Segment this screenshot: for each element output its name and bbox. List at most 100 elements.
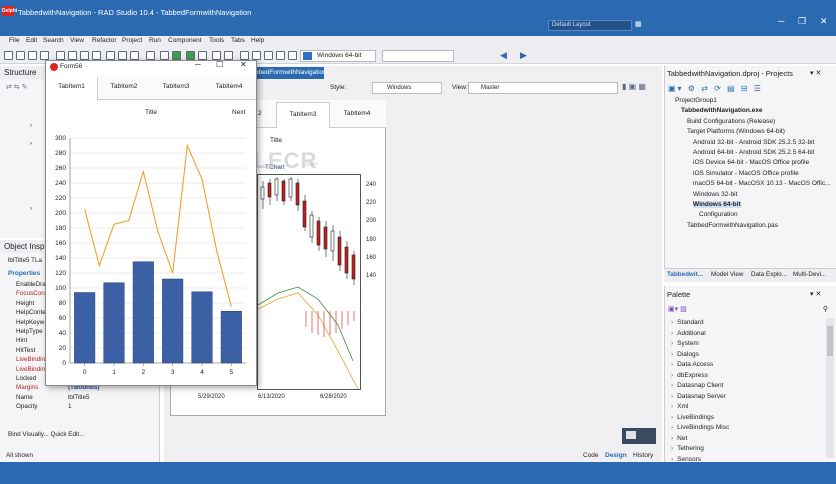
toolbar-icon[interactable] (80, 51, 89, 60)
property-name[interactable]: HitTest (16, 347, 35, 354)
project-tree-item[interactable]: iOS Simulator - MacOS Office profile (693, 170, 799, 177)
palette-category[interactable]: › dbExpress (671, 372, 708, 379)
design-tab[interactable]: Design (605, 452, 627, 459)
palette-category[interactable]: › Data Access (671, 361, 713, 368)
next-button[interactable]: Next (232, 109, 245, 116)
structure-toolbar-icons[interactable]: ⇄ ⇆ ✎ (6, 83, 28, 91)
designer-tab[interactable]: TabItem3 (276, 102, 330, 128)
toolbar-icon[interactable] (212, 51, 221, 60)
property-name[interactable]: EnableDra (16, 281, 46, 288)
form-tab-2[interactable]: TabItem2 (98, 77, 150, 97)
menu-item-edit[interactable]: Edit (26, 37, 37, 44)
project-tree-item[interactable]: TabbedFormwithNavigation.pas (687, 222, 778, 229)
palette-scroll-thumb[interactable] (827, 326, 833, 356)
stock-chart[interactable] (257, 174, 361, 390)
projects-pin-close-icon[interactable]: ▾ ✕ (810, 69, 821, 77)
oi-footer-links[interactable]: Bind Visually... Quick Edit... (8, 431, 84, 438)
form-tab-1[interactable]: TabItem1 (46, 77, 98, 101)
platform-dropdown[interactable]: Windows 64-bit (300, 50, 376, 62)
palette-pin-close-icon[interactable]: ▾ ✕ (810, 290, 821, 298)
properties-tab[interactable]: Properties (8, 270, 40, 277)
toolbar-icon[interactable] (224, 51, 233, 60)
layout-dropdown[interactable]: Default Layout (548, 20, 632, 31)
property-name[interactable]: HelpType (16, 328, 43, 335)
toolbar-icon[interactable] (146, 51, 155, 60)
property-name[interactable]: Height (16, 300, 34, 307)
project-bottom-tab[interactable]: Model View (711, 271, 743, 278)
toolbar-icon[interactable] (264, 51, 273, 60)
toolbar-icon[interactable] (276, 51, 285, 60)
toolbar-icon[interactable] (28, 51, 37, 60)
menu-item-run[interactable]: Run (149, 37, 161, 44)
config-dropdown[interactable] (382, 50, 454, 62)
project-tree-item[interactable]: iOS Device 64-bit - MacOS Office profile (693, 159, 809, 166)
menu-item-refactor[interactable]: Refactor (92, 37, 117, 44)
project-tree-item[interactable]: Android 32-bit - Android SDK 25.2.5 32-b… (693, 139, 814, 146)
form-maximize-button[interactable]: ☐ (216, 60, 223, 69)
code-tab[interactable]: Code (583, 452, 599, 459)
property-name[interactable]: Opacity (16, 403, 37, 410)
toolbar-icon[interactable] (56, 51, 65, 60)
property-name[interactable]: HelpKeyw (16, 319, 44, 326)
project-tree-item[interactable]: Target Platforms (Windows 64-bit) (687, 128, 785, 135)
minimize-button[interactable]: ─ (778, 16, 784, 26)
toolbar-icon[interactable] (186, 51, 195, 60)
component-selector[interactable]: lblTitle5 TLa (8, 257, 42, 264)
toolbar-icon[interactable] (68, 51, 77, 60)
style-dropdown[interactable]: Windows (372, 82, 442, 94)
bar-chart[interactable]: 0 20 40 60 80 100 120 140 160 180 200 220 240 260 280 3… (46, 130, 256, 380)
structure-node[interactable]: › (30, 123, 32, 129)
palette-category[interactable]: › Datasnap Server (671, 393, 726, 400)
project-tree-item[interactable]: Windows 64-bit (693, 201, 741, 208)
form-tab-3[interactable]: TabItem3 (150, 77, 202, 97)
property-name[interactable]: Locked (16, 375, 36, 382)
toolbar-icon[interactable] (4, 51, 13, 60)
toolbar-icon[interactable] (106, 51, 115, 60)
toolbar-icon[interactable] (172, 51, 181, 60)
projects-toolbar-icons[interactable]: ▣▾ ⚙ ⇄ ⟳ ▤ ⊟ ☰ (668, 84, 763, 93)
project-tree-item[interactable]: macOS 64-bit - MacOSX 10.13 - MacOS Offi… (693, 180, 831, 187)
designer-tab-fragment[interactable]: 2 (258, 110, 262, 117)
restore-button[interactable]: ❐ (798, 16, 806, 27)
property-value[interactable]: 1 (68, 403, 72, 410)
layout-save-icon[interactable]: ▦ (635, 20, 642, 28)
toolbar-icon[interactable] (160, 51, 169, 60)
menu-item-search[interactable]: Search (43, 37, 64, 44)
property-value[interactable]: lblTitle5 (68, 394, 89, 401)
form-close-button[interactable]: ✕ (240, 60, 247, 69)
toolbar-icon[interactable] (16, 51, 25, 60)
project-bottom-tab[interactable]: Tabbedwit... (667, 271, 703, 278)
close-button[interactable]: ✕ (820, 16, 828, 27)
project-bottom-tab[interactable]: Multi-Devi... (793, 271, 826, 278)
toolbar-icon[interactable] (130, 51, 139, 60)
project-tree-item[interactable]: Build Configurations (Release) (687, 118, 775, 125)
palette-scrollbar[interactable] (826, 318, 834, 458)
palette-category[interactable]: › System (671, 340, 699, 347)
palette-category[interactable]: › Xml (671, 403, 688, 410)
structure-node[interactable]: › (30, 206, 32, 212)
palette-search[interactable]: ▣▾ ▨ ⚲ (668, 305, 828, 315)
palette-category[interactable]: › Datasnap Client (671, 382, 723, 389)
palette-category[interactable]: › Additional (671, 330, 706, 337)
project-tree-item[interactable]: Android 64-bit - Android SDK 25.2.5 64-b… (693, 149, 814, 156)
toolbar-icon[interactable] (92, 51, 101, 60)
property-name[interactable]: Hint (16, 337, 27, 344)
forward-arrow-icon[interactable]: ▶ (520, 50, 527, 61)
menu-item-tabs[interactable]: Tabs (231, 37, 245, 44)
property-name[interactable]: LiveBindin (16, 366, 45, 373)
structure-node[interactable]: › (30, 141, 32, 147)
menu-item-help[interactable]: Help (251, 37, 264, 44)
palette-category[interactable]: › LiveBindings Misc (671, 424, 729, 431)
back-arrow-icon[interactable]: ◀ (500, 50, 507, 61)
palette-category[interactable]: › Tethering (671, 445, 704, 452)
property-name[interactable]: LiveBindin (16, 356, 45, 363)
form-tab-4[interactable]: TabItem4 (202, 77, 256, 97)
project-bottom-tab[interactable]: Data Explo... (751, 271, 787, 278)
menu-item-project[interactable]: Project (122, 37, 142, 44)
view-dropdown[interactable]: Master (468, 82, 618, 94)
property-name[interactable]: FocusCon (16, 290, 45, 297)
project-tree-item[interactable]: ProjectGroup1 (675, 97, 717, 104)
project-tree-item[interactable]: Windows 32-bit (693, 191, 737, 198)
property-name[interactable]: HelpConte (16, 309, 46, 316)
toolbar-icon[interactable] (40, 51, 49, 60)
